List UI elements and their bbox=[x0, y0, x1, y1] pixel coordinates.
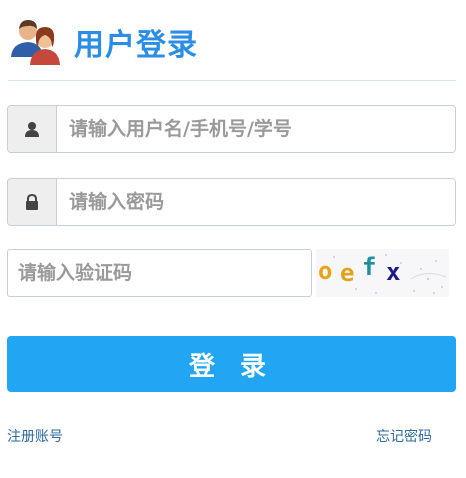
user-icon bbox=[8, 106, 57, 152]
captcha-char: f bbox=[362, 253, 377, 281]
captcha-char: e bbox=[340, 259, 355, 287]
captcha-input[interactable] bbox=[8, 250, 311, 296]
users-icon bbox=[8, 17, 64, 67]
register-link[interactable]: 注册账号 bbox=[7, 426, 63, 446]
captcha-field bbox=[7, 249, 312, 297]
login-button[interactable]: 登 录 bbox=[7, 336, 456, 392]
captcha-noise bbox=[333, 254, 447, 294]
password-input[interactable] bbox=[57, 179, 455, 225]
lock-icon bbox=[8, 179, 57, 225]
captcha-image[interactable]: o e f x bbox=[316, 249, 449, 297]
username-input[interactable] bbox=[57, 106, 455, 152]
page-title: 用户登录 bbox=[74, 28, 198, 63]
captcha-char: o bbox=[318, 257, 333, 285]
login-header: 用户登录 bbox=[8, 14, 198, 70]
username-field-group bbox=[7, 105, 456, 153]
captcha-char: x bbox=[386, 258, 401, 286]
forgot-password-link[interactable]: 忘记密码 bbox=[376, 426, 432, 446]
password-field-group bbox=[7, 178, 456, 226]
header-divider bbox=[8, 80, 456, 81]
